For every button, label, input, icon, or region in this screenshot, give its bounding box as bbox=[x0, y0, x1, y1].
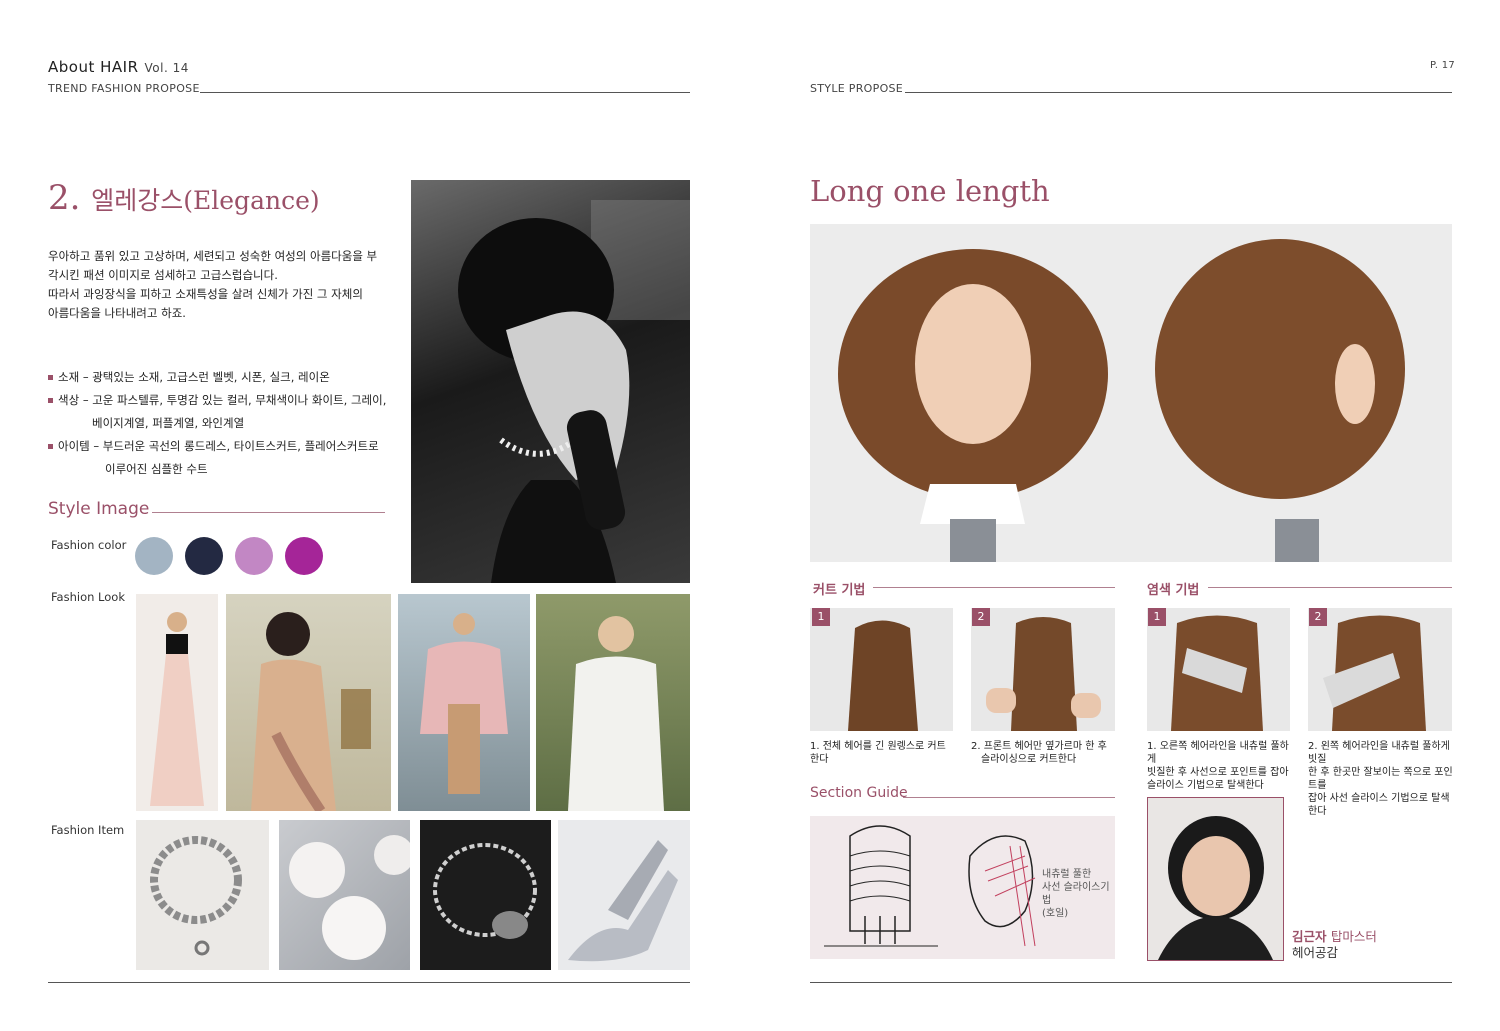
color-swatch bbox=[285, 537, 323, 575]
item-photo-silver-heels bbox=[558, 820, 690, 970]
cut-heading-rule bbox=[873, 587, 1115, 588]
color-step-1-photo bbox=[1147, 608, 1290, 731]
bullet-square-icon bbox=[48, 398, 53, 403]
right-footer-rule bbox=[810, 982, 1452, 983]
item-photo-pendant-bracelet bbox=[420, 820, 551, 970]
section-heading: 2. 엘레강스(Elegance) bbox=[48, 176, 320, 223]
intro-paragraph: 우아하고 품위 있고 고상하며, 세련되고 성숙한 여성의 아름다움을 부 각시… bbox=[48, 247, 398, 323]
look-photo-fur-coat bbox=[398, 594, 530, 811]
bullet-item: 아이템 – 부드러운 곡선의 롱드레스, 타이트스커트, 플레어스커트로 bbox=[48, 435, 398, 458]
fashion-look-label: Fashion Look bbox=[51, 590, 125, 604]
cut-step-2-caption: 2. 프론트 헤어만 옆가르마 한 후 슬라이싱으로 커트한다 bbox=[971, 741, 1107, 765]
intro-line: 따라서 과잉장식을 피하고 소재특성을 살려 신체가 가진 그 자체의 bbox=[48, 287, 363, 301]
section-guide-note: 내츄럴 풀한 사선 슬라이스기법 (호일) bbox=[1042, 869, 1110, 919]
style-image-rule bbox=[152, 512, 385, 513]
bullet-item: 소재 – 광택있는 소재, 고급스런 벨벳, 시폰, 실크, 레이온 bbox=[48, 366, 398, 389]
color-swatch bbox=[235, 537, 273, 575]
color-step-1-badge: 1 bbox=[1148, 608, 1166, 626]
bullet-square-icon bbox=[48, 375, 53, 380]
section-guide-title: Section Guide bbox=[810, 785, 908, 801]
intro-line: 각시킨 패션 이미지로 섬세하고 고급스럽습니다. bbox=[48, 268, 278, 282]
look-photo-white-dress bbox=[536, 594, 690, 811]
color-technique-heading: 염색 기법 bbox=[1147, 583, 1200, 598]
master-salon: 헤어공감 bbox=[1292, 945, 1339, 960]
volume-number: Vol. 14 bbox=[144, 61, 189, 75]
cut-step-1-badge: 1 bbox=[812, 608, 830, 626]
color-step-2-caption: 2. 왼쪽 헤어라인을 내츄럴 풀하게 빗질 한 후 한곳만 잘보이는 쪽으로 … bbox=[1308, 741, 1453, 817]
bullet-continuation: 이루어진 심플한 수트 bbox=[105, 462, 208, 476]
page-number: P. 17 bbox=[1430, 60, 1456, 71]
master-portrait-photo bbox=[1147, 797, 1284, 961]
fashion-item-label: Fashion Item bbox=[51, 823, 125, 837]
mannequin-hero-photo bbox=[810, 224, 1452, 562]
magazine-brand: About HAIR Vol. 14 bbox=[48, 58, 189, 76]
cut-step-1-caption: 1. 전체 헤어를 긴 원렝스로 커트한다 bbox=[810, 741, 946, 765]
color-swatch bbox=[135, 537, 173, 575]
left-header-subtitle: TREND FASHION PROPOSE bbox=[48, 82, 200, 95]
left-footer-rule bbox=[48, 982, 690, 983]
style-title: Long one length bbox=[810, 174, 1050, 208]
color-swatch bbox=[185, 537, 223, 575]
cut-step-2-photo bbox=[971, 608, 1115, 731]
cut-step-2-badge: 2 bbox=[972, 608, 990, 626]
bullet-continuation: 베이지계열, 퍼플계열, 와인계열 bbox=[92, 416, 245, 430]
cut-technique-heading: 커트 기법 bbox=[813, 583, 866, 598]
color-swatches bbox=[135, 537, 323, 575]
bullet-item: 색상 – 고운 파스텔류, 투명감 있는 컬러, 무채색이나 화이트, 그레이, bbox=[48, 389, 398, 412]
right-header-rule bbox=[905, 92, 1452, 93]
color-step-1-caption: 1. 오른쪽 헤어라인을 내츄럴 풀하게 빗질한 후 사선으로 포인트를 잡아 … bbox=[1147, 741, 1289, 791]
color-heading-rule bbox=[1208, 587, 1452, 588]
color-step-2-photo bbox=[1308, 608, 1452, 731]
item-photo-chain-bracelet bbox=[136, 820, 269, 970]
heading-number: 2. bbox=[48, 178, 81, 218]
fashion-color-label: Fashion color bbox=[51, 538, 127, 552]
color-step-2-badge: 2 bbox=[1309, 608, 1327, 626]
look-photo-strapless-gown bbox=[136, 594, 218, 811]
intro-line: 우아하고 품위 있고 고상하며, 세련되고 성숙한 여성의 아름다움을 부 bbox=[48, 249, 378, 263]
bullet-list: 소재 – 광택있는 소재, 고급스런 벨벳, 시폰, 실크, 레이온 색상 – … bbox=[48, 366, 398, 481]
bullet-square-icon bbox=[48, 444, 53, 449]
left-header-rule bbox=[200, 92, 690, 93]
elegance-portrait-photo bbox=[411, 180, 690, 583]
brand-name: About HAIR bbox=[48, 58, 139, 76]
item-photo-pearls bbox=[279, 820, 410, 970]
heading-text: 엘레강스(Elegance) bbox=[91, 186, 320, 215]
intro-line: 아름다움을 나타내려고 하죠. bbox=[48, 306, 186, 320]
portrait-illustration bbox=[458, 200, 690, 583]
right-header-subtitle: STYLE PROPOSE bbox=[810, 82, 904, 95]
style-image-title: Style Image bbox=[48, 499, 150, 519]
section-guide-rule bbox=[903, 797, 1115, 798]
cut-step-1-photo bbox=[810, 608, 953, 731]
look-photo-backless-dress bbox=[226, 594, 391, 811]
section-guide-diagram: 내츄럴 풀한 사선 슬라이스기법 (호일) bbox=[810, 816, 1115, 959]
